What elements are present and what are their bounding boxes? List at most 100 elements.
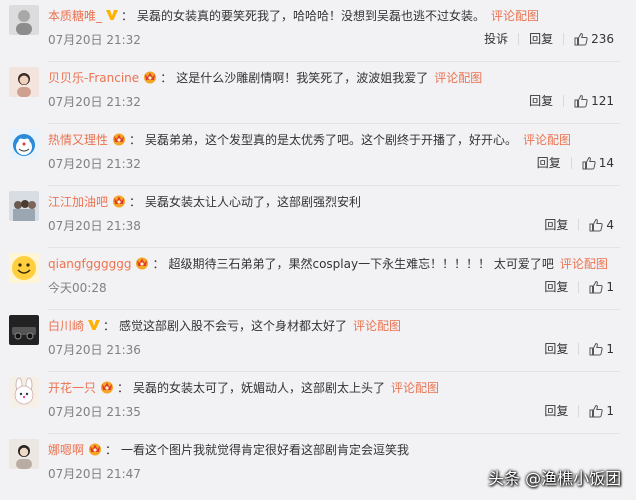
username-link[interactable]: 本质糖唯_ (48, 9, 102, 23)
comment-time: 今天00:28 (48, 281, 107, 295)
comment-list: 本质糖唯_：吴磊的女装真的要笑死我了，哈哈哈！没想到吴磊也逃不过女装。 评论配图 … (0, 0, 636, 500)
comment-text: 吴磊弟弟，这个发型真的是太优秀了吧。这个剧终于开播了，好开心。 (145, 133, 518, 147)
avatar[interactable] (9, 5, 39, 35)
like-count: 236 (591, 32, 614, 46)
avatar[interactable] (9, 439, 39, 469)
reply-button[interactable]: 回复 (544, 216, 568, 234)
comment-item: 热情又理性 ：吴磊弟弟，这个发型真的是太优秀了吧。这个剧终于开播了，好开心。 评论配… (0, 124, 636, 186)
comment-item: 本质糖唯_：吴磊的女装真的要笑死我了，哈哈哈！没想到吴磊也逃不过女装。 评论配图 … (0, 0, 636, 62)
avatar[interactable] (9, 315, 39, 345)
like-count: 1 (606, 342, 614, 356)
comment-text: 吴磊的女装真的要笑死我了，哈哈哈！没想到吴磊也逃不过女装。 (137, 9, 486, 23)
comment-time: 07月20日 21:47 (48, 467, 141, 481)
thumbs-up-icon (589, 342, 604, 356)
thumbs-up-icon (589, 280, 604, 294)
comment-item: 娜嗯啊 ：一看这个图片我就觉得肯定很好看这部剧肯定会逗笑我 07月20日 21:4… (0, 434, 636, 496)
like-count: 4 (606, 218, 614, 232)
colon-separator: ： (129, 133, 142, 147)
comment-image-link[interactable]: 评论配图 (560, 257, 608, 271)
comment-text: 吴磊的女装太可了，妩媚动人，这部剧太上头了 (133, 381, 386, 395)
comment-item: 白川崎 ：感觉这部剧入股不会亏，这个身材都太好了 评论配图 07月20日 21:36… (0, 310, 636, 372)
avatar[interactable] (9, 129, 39, 159)
avatar[interactable] (9, 191, 39, 221)
comment-image-link[interactable]: 评论配图 (353, 319, 401, 333)
report-button[interactable]: 投诉 (484, 30, 508, 48)
comment-item: 贝贝乐-Francine ：这是什么沙雕剧情啊！我笑死了，波波姐我爱了 评论配图 0… (0, 62, 636, 124)
avatar[interactable] (9, 253, 39, 283)
crown-badge-icon (99, 380, 115, 394)
reply-button[interactable]: 回复 (544, 340, 568, 358)
reply-button[interactable]: 回复 (544, 278, 568, 296)
action-divider (563, 95, 565, 107)
like-button[interactable]: 1 (589, 342, 614, 356)
reply-button[interactable]: 回复 (544, 402, 568, 420)
action-divider (563, 33, 565, 45)
thumbs-up-icon (574, 94, 588, 108)
comment-item: qiangfgggggg ：超级期待三石弟弟了，果然cosplay一下永生难忘！！… (0, 248, 636, 310)
verified-v-icon (87, 318, 101, 332)
comment-image-link[interactable]: 评论配图 (434, 71, 482, 85)
comment-text: 吴磊女装太让人心动了，这部剧强烈安利 (145, 195, 362, 209)
colon-separator: ： (152, 257, 165, 271)
like-count: 121 (591, 94, 614, 108)
action-divider (578, 219, 580, 231)
like-count: 1 (606, 280, 614, 294)
comment-image-link[interactable]: 评论配图 (391, 381, 439, 395)
comment-time: 07月20日 21:38 (48, 219, 141, 233)
reply-button[interactable]: 回复 (529, 92, 553, 110)
action-divider (578, 281, 580, 293)
crown-badge-icon (134, 256, 150, 270)
comment-text: 超级期待三石弟弟了，果然cosplay一下永生难忘！！！！！ 太可爱了吧 (168, 257, 554, 271)
thumbs-up-icon (574, 32, 588, 46)
colon-separator: ： (105, 443, 118, 457)
username-link[interactable]: 贝贝乐-Francine (48, 71, 139, 85)
reply-button[interactable]: 回复 (537, 154, 561, 172)
like-button[interactable]: 236 (574, 32, 614, 46)
comment-image-link[interactable]: 评论配图 (491, 9, 539, 23)
comment-time: 07月20日 21:32 (48, 157, 141, 171)
colon-separator: ： (160, 71, 173, 85)
comment-time: 07月20日 21:32 (48, 95, 141, 109)
username-link[interactable]: 江江加油吧 (48, 195, 108, 209)
action-divider (578, 343, 580, 355)
comment-item: 江江加油吧 ：吴磊女装太让人心动了，这部剧强烈安利 07月20日 21:38 回复… (0, 186, 636, 248)
username-link[interactable]: 娜嗯啊 (48, 443, 84, 457)
thumbs-up-icon (589, 218, 604, 232)
thumbs-up-icon (582, 156, 596, 170)
colon-separator: ： (129, 195, 142, 209)
action-divider (570, 157, 572, 169)
comment-text: 这是什么沙雕剧情啊！我笑死了，波波姐我爱了 (176, 71, 429, 85)
colon-separator: ： (117, 381, 130, 395)
comment-item: 开花一只 ：吴磊的女装太可了，妩媚动人，这部剧太上头了 评论配图 07月20日 21… (0, 372, 636, 434)
comment-text: 一看这个图片我就觉得肯定很好看这部剧肯定会逗笑我 (121, 443, 410, 457)
crown-badge-icon (111, 194, 127, 208)
like-button[interactable]: 121 (574, 94, 614, 108)
like-count: 1 (606, 404, 614, 418)
avatar[interactable] (9, 67, 39, 97)
username-link[interactable]: 热情又理性 (48, 133, 108, 147)
reply-button[interactable]: 回复 (529, 30, 553, 48)
like-button[interactable]: 14 (582, 156, 614, 170)
comment-image-link[interactable]: 评论配图 (523, 133, 571, 147)
crown-badge-icon (142, 70, 158, 84)
username-link[interactable]: 白川崎 (48, 319, 84, 333)
comment-time: 07月20日 21:32 (48, 33, 141, 47)
like-button[interactable]: 1 (589, 404, 614, 418)
colon-separator: ： (121, 9, 134, 23)
comment-time: 07月20日 21:35 (48, 405, 141, 419)
avatar[interactable] (9, 377, 39, 407)
like-count: 14 (598, 156, 614, 170)
username-link[interactable]: qiangfgggggg (48, 257, 131, 271)
comment-time: 07月20日 21:36 (48, 343, 141, 357)
crown-badge-icon (87, 442, 103, 456)
thumbs-up-icon (589, 404, 604, 418)
action-divider (518, 33, 520, 45)
like-button[interactable]: 1 (589, 280, 614, 294)
colon-separator: ： (103, 319, 116, 333)
action-divider (578, 405, 580, 417)
comment-text: 感觉这部剧入股不会亏，这个身材都太好了 (119, 319, 348, 333)
like-button[interactable]: 4 (589, 218, 614, 232)
verified-v-icon (105, 8, 119, 22)
username-link[interactable]: 开花一只 (48, 381, 96, 395)
crown-badge-icon (111, 132, 127, 146)
